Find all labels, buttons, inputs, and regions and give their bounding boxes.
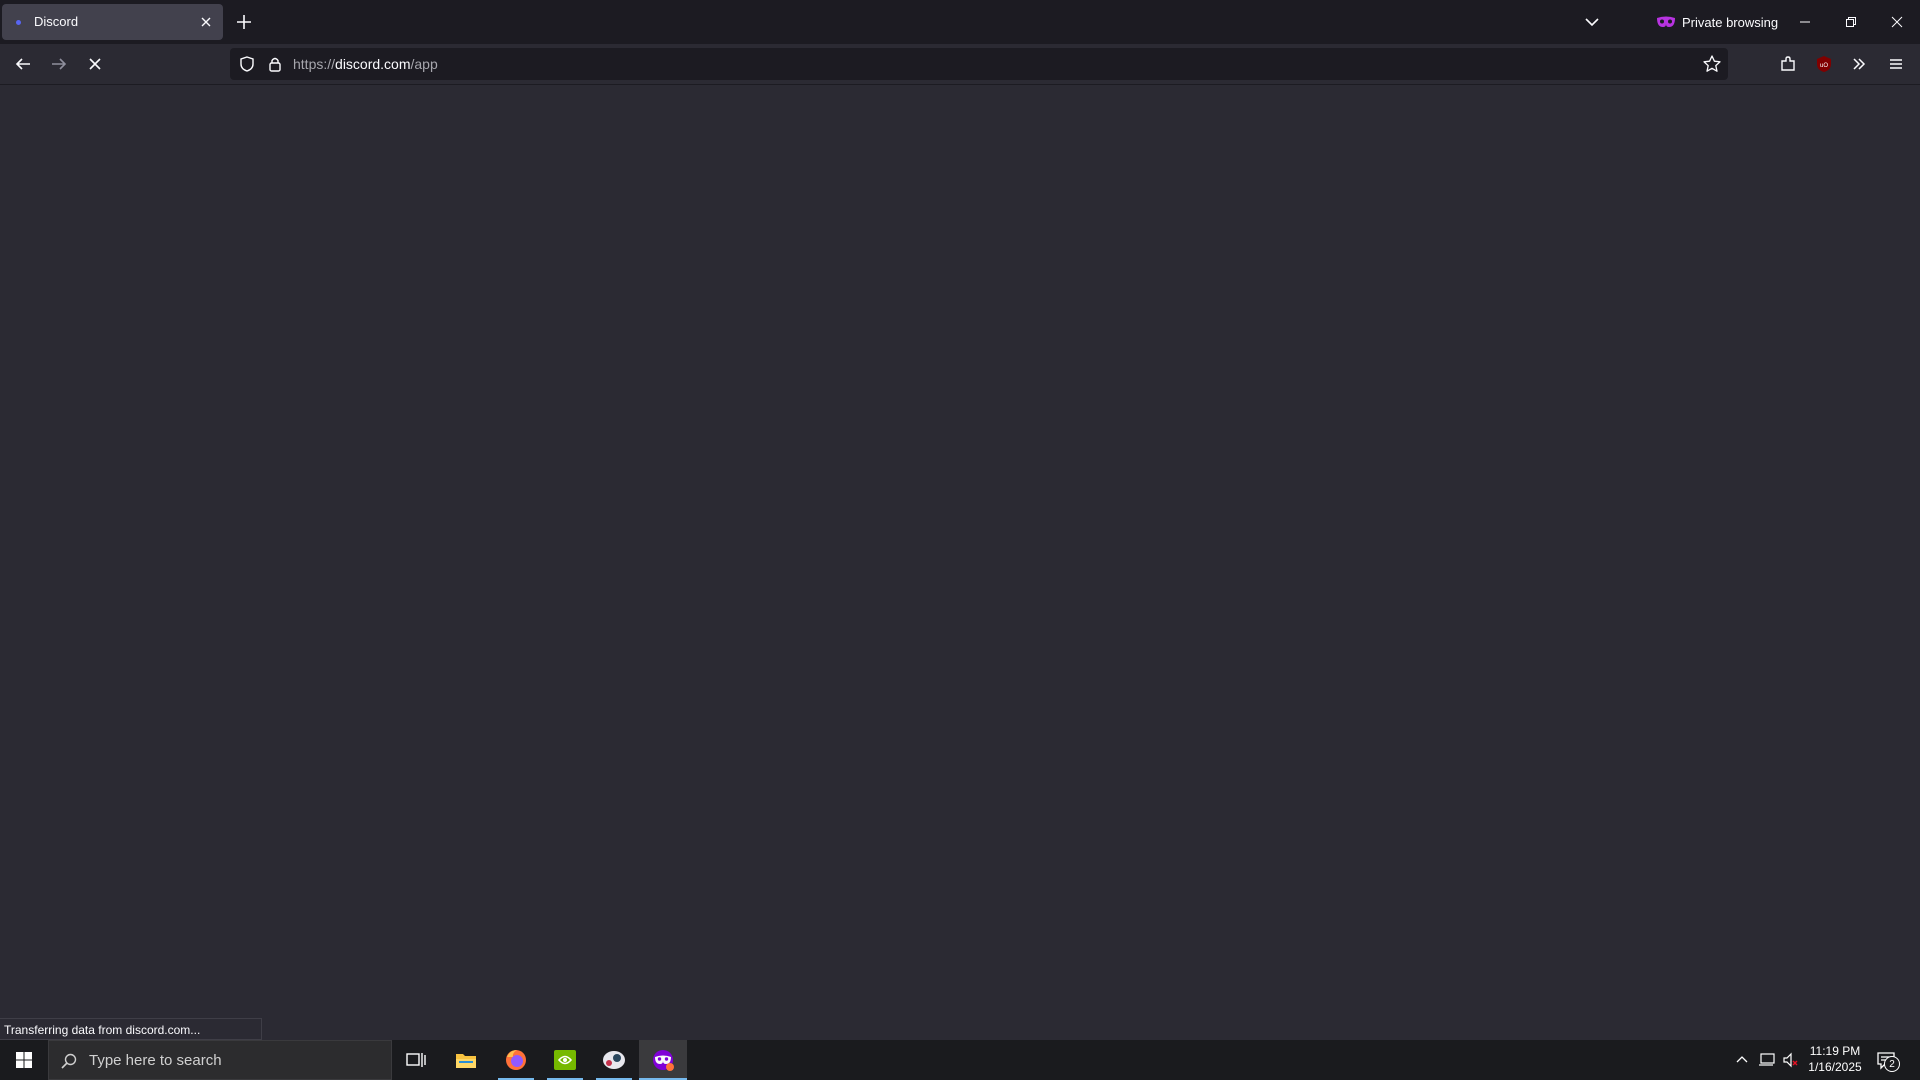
tab-strip: Discord Private browsing <box>0 0 1920 44</box>
forward-arrow-icon <box>52 58 67 70</box>
nvidia-taskbar-button[interactable] <box>541 1040 589 1080</box>
tracking-protection-icon[interactable] <box>238 55 256 73</box>
tab-title: Discord <box>34 14 79 29</box>
chevron-down-icon <box>1585 18 1599 27</box>
steam-taskbar-button[interactable] <box>590 1040 638 1080</box>
file-explorer-icon <box>456 1054 476 1068</box>
back-button[interactable] <box>8 50 38 78</box>
overflow-icon <box>1853 58 1866 70</box>
menu-icon <box>1890 59 1902 69</box>
private-browsing-label: Private browsing <box>1682 14 1779 30</box>
steam-icon <box>603 1051 625 1069</box>
windows-logo-icon <box>16 1052 32 1068</box>
task-view-icon <box>406 1053 426 1067</box>
minimize-icon <box>1800 21 1810 23</box>
overflow-menu-button[interactable] <box>1844 50 1874 78</box>
plus-icon <box>237 15 251 29</box>
firefox-private-taskbar-button[interactable] <box>639 1040 687 1080</box>
task-view-button[interactable] <box>392 1040 440 1080</box>
status-panel: Transferring data from discord.com... <box>0 1018 262 1040</box>
private-browsing-indicator: Private browsing <box>1656 0 1778 44</box>
taskbar: Type here to search 11:19 PM 1/16/2025 2 <box>0 1040 1920 1080</box>
list-all-tabs-button[interactable] <box>1581 11 1603 33</box>
new-tab-button[interactable] <box>233 11 255 33</box>
bookmark-star-icon[interactable] <box>1702 54 1722 74</box>
url-path: /app <box>410 56 438 72</box>
ublock-icon: uO <box>1817 56 1831 72</box>
notification-count-badge: 2 <box>1884 1056 1900 1072</box>
navigation-toolbar: https://discord.com/app uO <box>0 44 1920 85</box>
window-close-button[interactable] <box>1874 0 1920 44</box>
search-icon <box>60 1052 78 1070</box>
extensions-icon <box>1781 56 1795 71</box>
tab-close-icon[interactable] <box>197 13 215 31</box>
url-bar[interactable]: https://discord.com/app <box>230 48 1728 80</box>
back-arrow-icon <box>15 58 30 70</box>
close-icon <box>1891 16 1903 28</box>
extensions-button[interactable] <box>1773 50 1803 78</box>
show-hidden-icons-chevron-icon[interactable] <box>1734 1052 1750 1068</box>
search-placeholder: Type here to search <box>89 1052 222 1069</box>
ublock-button[interactable]: uO <box>1809 50 1839 78</box>
private-mask-icon <box>1657 16 1675 27</box>
clock-date: 1/16/2025 <box>1808 1060 1862 1074</box>
start-button[interactable] <box>0 1040 48 1080</box>
url-text: https://discord.com/app <box>293 56 438 72</box>
system-clock[interactable]: 11:19 PM 1/16/2025 <box>1798 1043 1872 1075</box>
stop-icon <box>89 58 101 70</box>
stop-button[interactable] <box>80 50 110 78</box>
taskbar-search-box[interactable]: Type here to search <box>48 1040 392 1080</box>
loading-dot-icon <box>16 20 21 25</box>
lock-icon[interactable] <box>266 55 284 73</box>
firefox-taskbar-button[interactable] <box>492 1040 540 1080</box>
firefox-private-icon <box>653 1050 674 1071</box>
svg-text:uO: uO <box>1820 63 1828 69</box>
file-explorer-button[interactable] <box>442 1040 490 1080</box>
clock-time: 11:19 PM <box>1809 1044 1861 1058</box>
url-scheme: https:// <box>293 56 336 72</box>
firefox-icon <box>506 1050 526 1070</box>
page-content <box>0 85 1920 1039</box>
restore-icon <box>1846 17 1856 27</box>
restore-button[interactable] <box>1828 0 1874 44</box>
nvidia-icon <box>554 1050 576 1070</box>
network-icon[interactable] <box>1758 1052 1776 1068</box>
app-menu-button[interactable] <box>1881 50 1911 78</box>
forward-button[interactable] <box>44 50 74 78</box>
url-host: discord.com <box>335 56 411 72</box>
minimize-button[interactable] <box>1782 0 1828 44</box>
action-center-button[interactable]: 2 <box>1876 1050 1900 1072</box>
tab-discord[interactable]: Discord <box>2 4 223 40</box>
